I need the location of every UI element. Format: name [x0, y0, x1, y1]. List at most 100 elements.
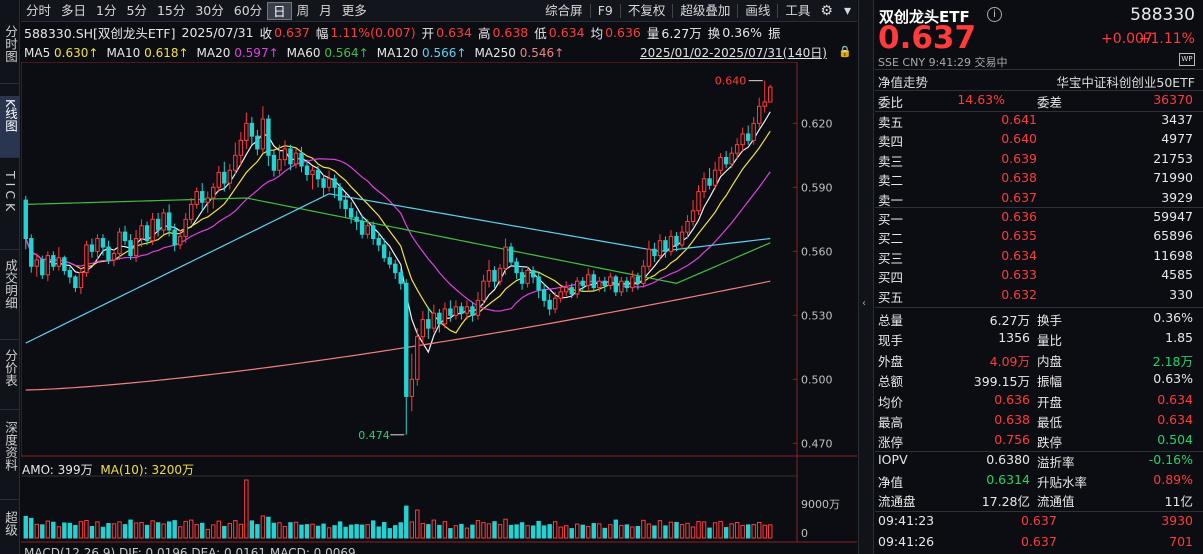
ma5-line	[25, 111, 771, 354]
ask-label: 卖二	[878, 173, 904, 189]
stat-label: 涨停	[878, 435, 904, 451]
candle-body	[685, 220, 690, 233]
super-overlay-button[interactable]: 超级叠加	[675, 2, 735, 20]
volume-bars	[23, 479, 773, 539]
volume-bar	[117, 521, 122, 539]
tab-price-table[interactable]: 分价表	[0, 346, 20, 410]
volume-bar	[387, 528, 392, 539]
tab-depth-info[interactable]: 深度资料	[0, 418, 20, 500]
volume-bar	[100, 526, 106, 539]
volume-bar	[685, 522, 690, 539]
candle-body	[155, 218, 161, 231]
volume-bar	[62, 522, 67, 539]
period-multiday[interactable]: 多日	[56, 2, 91, 20]
candle-body	[404, 282, 409, 397]
f9-button[interactable]: F9	[593, 2, 618, 20]
candle-body	[431, 312, 437, 329]
volume-bar	[734, 522, 740, 539]
ma20-label: MA20 0.597↑	[196, 46, 279, 60]
wp-icon[interactable]: WP	[1179, 53, 1195, 66]
composite-screen-button[interactable]: 综合屏	[540, 2, 588, 20]
chevron-left-icon[interactable]: ‹	[862, 298, 866, 309]
nav-trend-link[interactable]: 净值走势	[878, 72, 928, 91]
info-icon[interactable]: i	[987, 7, 1002, 22]
volume-bar	[150, 520, 155, 539]
more-options-icon[interactable]: ▾	[838, 2, 857, 20]
volume-bar	[530, 525, 536, 539]
tab-trade-detail[interactable]: 成交明细	[0, 256, 20, 340]
draw-line-button[interactable]: 画线	[740, 2, 775, 20]
kline-chart[interactable]: 0.620 0.590 0.560 0.530 0.500 0.470 9000万 0 0.…	[21, 62, 857, 554]
candle-body	[111, 252, 117, 261]
candle-body	[393, 263, 398, 274]
bid-volume: 4585	[1161, 267, 1193, 283]
candle-body	[718, 156, 723, 171]
tab-kline[interactable]: K线图	[0, 96, 20, 158]
price-tick-label: 0.620	[801, 117, 833, 130]
tab-label: 成交明细	[3, 259, 18, 309]
open-value: 0.634	[436, 24, 472, 40]
price-tick-label: 0.530	[801, 309, 833, 322]
volume-bar	[437, 524, 442, 539]
tab-super[interactable]: 超级	[0, 508, 20, 554]
stat-value: 0.6314	[986, 471, 1030, 487]
period-day[interactable]: 日	[267, 1, 292, 20]
period-5min[interactable]: 5分	[121, 2, 151, 20]
stat-label: IOPV	[878, 452, 908, 467]
period-30min[interactable]: 30分	[190, 2, 228, 20]
high-value: 0.638	[492, 24, 529, 40]
candle-body	[348, 208, 354, 218]
period-intraday[interactable]: 分时	[21, 2, 56, 20]
tab-intraday[interactable]: 分时图	[0, 22, 20, 84]
volume-bar	[762, 524, 767, 539]
volume-bar	[398, 522, 403, 539]
volume-tick-label: 0	[801, 527, 808, 540]
volume-bar	[348, 524, 354, 539]
period-month[interactable]: 月	[314, 2, 337, 20]
panel-collapse-strip[interactable]: ‹	[858, 0, 874, 554]
bid-label: 买四	[878, 270, 904, 286]
stat-value: 0.636	[994, 391, 1030, 407]
period-more[interactable]: 更多	[337, 2, 372, 20]
amo-value: 399万	[57, 463, 93, 477]
volume-bar	[547, 524, 552, 539]
tab-tick[interactable]: TICK	[0, 168, 20, 250]
volume-bar	[84, 519, 89, 539]
candle-body	[668, 235, 674, 252]
candle-body	[359, 220, 365, 235]
turnover-label: 换	[707, 25, 721, 41]
volume-bar	[514, 524, 519, 539]
no-adjust-button[interactable]: 不复权	[623, 2, 671, 20]
divider	[777, 3, 779, 18]
stat-label: 振幅	[1037, 374, 1063, 390]
tools-button[interactable]: 工具	[780, 2, 815, 20]
bid-price: 0.636	[1001, 209, 1037, 224]
volume-bar	[172, 520, 177, 539]
volume-bar	[288, 522, 293, 539]
candle-body	[166, 212, 172, 231]
volume-bar	[459, 523, 464, 539]
candle-body	[453, 306, 459, 316]
ask-row: 卖三 0.639 21753	[875, 151, 1203, 171]
avg-value: 0.636	[605, 24, 641, 40]
candle-body	[45, 255, 51, 276]
candle-body	[624, 280, 630, 289]
period-15min[interactable]: 15分	[152, 2, 190, 20]
bid-volume: 65896	[1153, 228, 1193, 244]
candle-body	[398, 272, 403, 284]
turnover-value: 0.36%	[722, 24, 762, 40]
period-week[interactable]: 周	[292, 2, 315, 20]
period-60min[interactable]: 60分	[229, 2, 267, 20]
candle-body	[723, 156, 729, 165]
candle-body	[128, 240, 133, 257]
quote-time: 9:41:29	[928, 56, 971, 69]
settings-gear-icon[interactable]: ⚙	[815, 2, 838, 20]
period-1min[interactable]: 1分	[91, 2, 121, 20]
candle-body	[382, 244, 387, 259]
date-range-link[interactable]: 2025/01/02-2025/07/31(140日)	[640, 44, 827, 61]
candle-body	[211, 186, 216, 199]
lock-icon[interactable]: 🔒	[838, 45, 852, 59]
stat-label: 最低	[1037, 415, 1063, 430]
volume-bar	[541, 525, 547, 539]
volume-bar	[393, 525, 398, 539]
